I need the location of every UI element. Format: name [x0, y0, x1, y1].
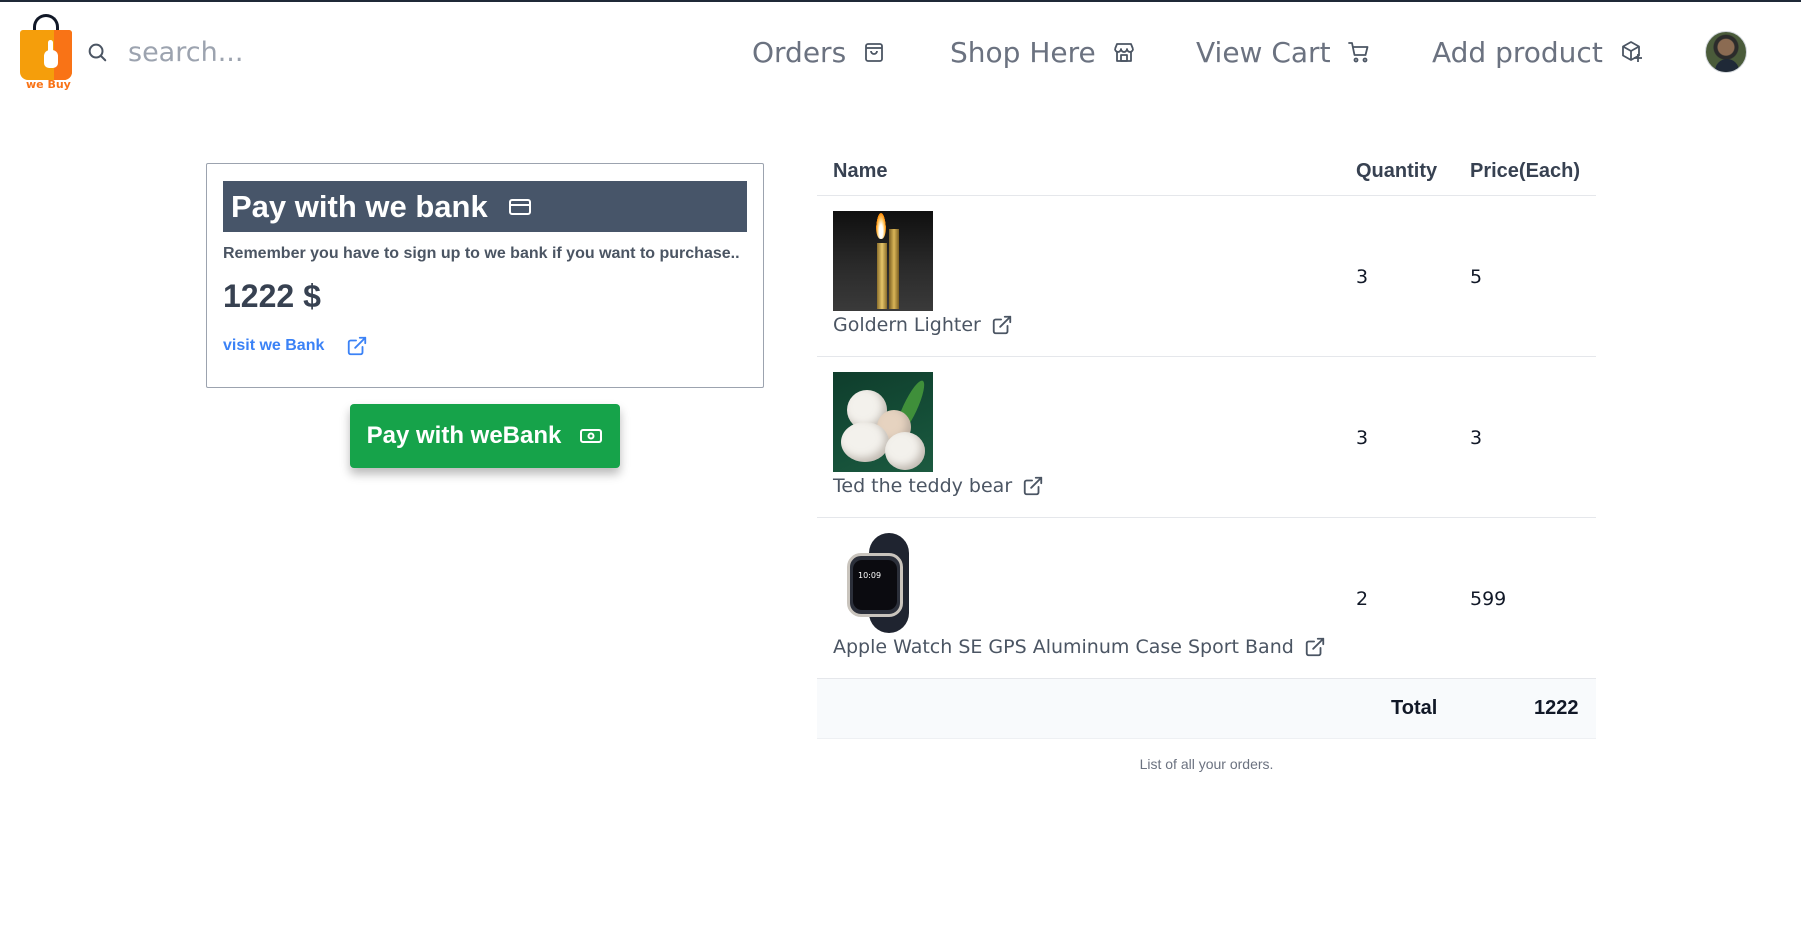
external-link-icon	[1305, 637, 1324, 657]
nav-add-label: Add product	[1432, 35, 1603, 69]
we-buy-logo[interactable]: we Buy	[18, 12, 74, 92]
search-bar	[86, 32, 486, 72]
banknote-icon	[580, 429, 603, 443]
total-row: Total 1222	[817, 679, 1596, 739]
orders-table: Name Quantity Price(Each) Goldern Lighte…	[817, 152, 1596, 772]
table-row: Ted the teddy bear 3 3	[817, 357, 1596, 518]
user-avatar[interactable]	[1705, 31, 1747, 73]
total-label: Total	[1391, 697, 1438, 719]
pay-button-label: Pay with weBank	[366, 422, 562, 449]
payment-note: Remember you have to sign up to we bank …	[223, 245, 740, 262]
total-value: 1222	[1534, 697, 1579, 719]
table-row: 10:09 Apple Watch SE GPS Aluminum Case S…	[817, 518, 1596, 679]
quantity-cell: 3	[1356, 427, 1369, 449]
product-link[interactable]: Goldern Lighter	[833, 314, 1013, 336]
payment-info-card: Pay with we bank Remember you have to si…	[206, 163, 764, 388]
nav-view-cart[interactable]: View Cart	[1196, 30, 1371, 74]
price-cell: 3	[1470, 427, 1483, 449]
hand-pointer-icon	[44, 40, 58, 68]
table-caption: List of all your orders.	[1139, 756, 1274, 772]
credit-card-icon	[508, 198, 531, 215]
search-icon	[88, 43, 107, 62]
product-link[interactable]: Apple Watch SE GPS Aluminum Case Sport B…	[833, 636, 1326, 658]
external-link-icon	[348, 336, 367, 356]
product-name: Apple Watch SE GPS Aluminum Case Sport B…	[833, 636, 1294, 658]
nav-orders-label: Orders	[752, 35, 847, 69]
shopping-bag-icon	[865, 43, 884, 62]
top-navbar: we Buy Orders Shop Here View Cart Add pr…	[0, 2, 1801, 102]
header-price: Price(Each)	[1470, 160, 1581, 182]
package-plus-icon	[1621, 41, 1642, 62]
payment-card-title: Pay with we bank	[231, 188, 488, 224]
teddy-bear-image	[833, 372, 933, 472]
search-input[interactable]	[128, 36, 468, 68]
apple-watch-image: 10:09	[833, 533, 933, 633]
watch-time: 10:09	[858, 571, 882, 580]
nav-cart-label: View Cart	[1196, 35, 1331, 69]
table-header-row: Name Quantity Price(Each)	[817, 152, 1596, 196]
header-quantity: Quantity	[1356, 160, 1438, 182]
shopping-cart-icon	[1347, 42, 1368, 63]
payment-card-header: Pay with we bank	[223, 181, 747, 232]
external-link-icon	[992, 315, 1012, 335]
visit-we-bank-link[interactable]: visit we Bank	[223, 335, 368, 357]
price-cell: 5	[1470, 266, 1483, 288]
nav-shop-here[interactable]: Shop Here	[950, 30, 1136, 74]
price-cell: 599	[1470, 588, 1507, 610]
nav-add-product[interactable]: Add product	[1432, 30, 1643, 74]
pay-with-webank-button[interactable]: Pay with weBank	[350, 404, 620, 468]
payment-amount: 1222 $	[223, 278, 321, 314]
store-icon	[1113, 43, 1134, 62]
nav-orders[interactable]: Orders	[752, 30, 886, 74]
nav-shop-label: Shop Here	[950, 35, 1096, 69]
quantity-cell: 3	[1356, 266, 1369, 288]
product-name: Ted the teddy bear	[833, 475, 1013, 497]
lighter-image	[833, 211, 933, 311]
product-link[interactable]: Ted the teddy bear	[833, 475, 1044, 497]
product-name: Goldern Lighter	[833, 314, 981, 336]
header-name: Name	[833, 160, 888, 182]
external-link-icon	[1023, 476, 1043, 496]
table-row: Goldern Lighter 3 5	[817, 196, 1596, 357]
logo-text: we Buy	[26, 78, 71, 91]
visit-we-bank-label: visit we Bank	[223, 337, 325, 354]
quantity-cell: 2	[1356, 588, 1369, 610]
